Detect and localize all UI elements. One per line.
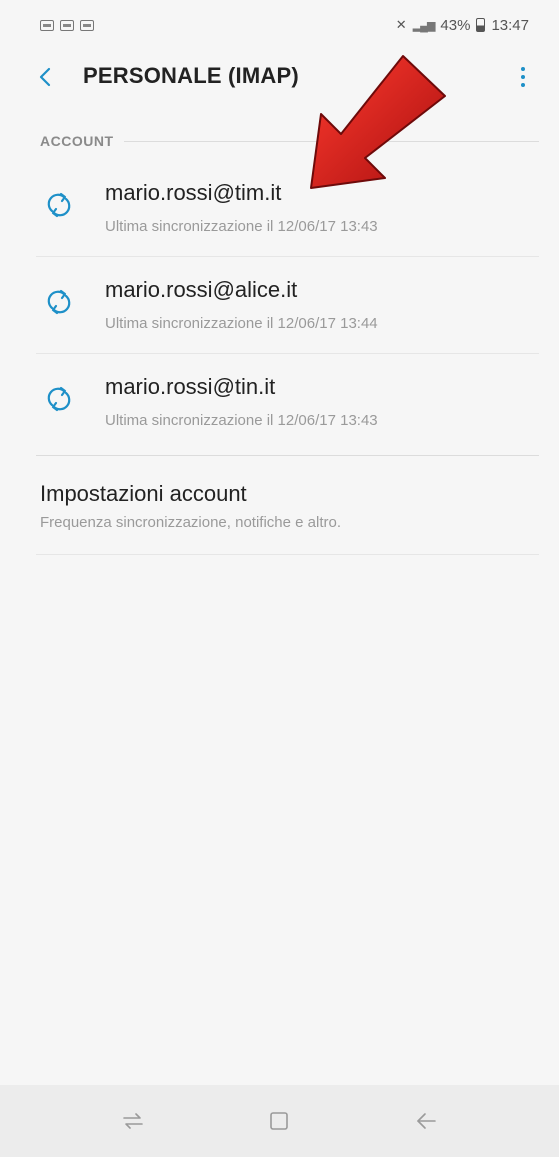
battery-percent: 43% [440, 16, 471, 34]
account-email: mario.rossi@alice.it [105, 277, 298, 302]
recent-apps-button[interactable] [113, 1101, 153, 1141]
account-item-tin[interactable]: mario.rossi@tin.it Ultima sincronizzazio… [0, 354, 559, 451]
home-button[interactable] [259, 1101, 299, 1141]
app-bar: PERSONALE (IMAP) [0, 50, 559, 105]
back-nav-button[interactable] [406, 1101, 446, 1141]
account-last-sync: Ultima sincronizzazione il 12/06/17 13:4… [105, 315, 378, 332]
system-nav-bar [0, 1085, 559, 1157]
status-bar: ✕ ▂▄▆ 43% 13:47 [0, 0, 559, 50]
settings-title: Impostazioni account [40, 481, 247, 506]
gallery-notification-icon [40, 19, 54, 31]
chevron-left-icon [39, 67, 51, 87]
email-notification-icon [80, 19, 94, 31]
account-last-sync: Ultima sincronizzazione il 12/06/17 13:4… [105, 218, 378, 235]
back-arrow-icon [417, 1113, 436, 1129]
sync-icon [47, 289, 71, 315]
sync-icon [47, 386, 71, 412]
battery-icon [476, 18, 486, 32]
more-vert-icon [521, 67, 525, 71]
recent-apps-icon [123, 1113, 143, 1129]
home-icon [270, 1112, 289, 1130]
more-vert-icon-dot [521, 83, 525, 87]
email-notification-icon [60, 19, 74, 31]
more-options-button[interactable] [513, 60, 533, 94]
status-indicators: ✕ ▂▄▆ 43% 13:47 [396, 17, 529, 34]
page-title: PERSONALE (IMAP) [83, 63, 299, 88]
notification-icons [40, 19, 94, 31]
sync-icon [47, 192, 71, 218]
account-section-header: ACCOUNT [40, 133, 539, 149]
account-list: mario.rossi@tim.it Ultima sincronizzazio… [0, 160, 559, 451]
account-email: mario.rossi@tin.it [105, 374, 276, 399]
account-last-sync: Ultima sincronizzazione il 12/06/17 13:4… [105, 412, 378, 429]
row-divider [36, 554, 539, 555]
clock: 13:47 [491, 16, 529, 34]
mute-icon: ✕ [395, 17, 407, 32]
section-divider [36, 455, 539, 456]
account-settings-item[interactable]: Impostazioni account Frequenza sincroniz… [0, 455, 559, 555]
red-arrow-annotation-icon [310, 55, 446, 189]
section-label: ACCOUNT [40, 133, 114, 149]
settings-subtitle: Frequenza sincronizzazione, notifiche e … [40, 514, 341, 531]
back-button[interactable] [30, 62, 60, 92]
account-item-tim[interactable]: mario.rossi@tim.it Ultima sincronizzazio… [0, 160, 559, 257]
signal-icon: ▂▄▆ [412, 19, 436, 32]
account-email: mario.rossi@tim.it [105, 180, 282, 205]
account-item-alice[interactable]: mario.rossi@alice.it Ultima sincronizzaz… [0, 257, 559, 354]
more-vert-icon-dot [521, 75, 525, 79]
